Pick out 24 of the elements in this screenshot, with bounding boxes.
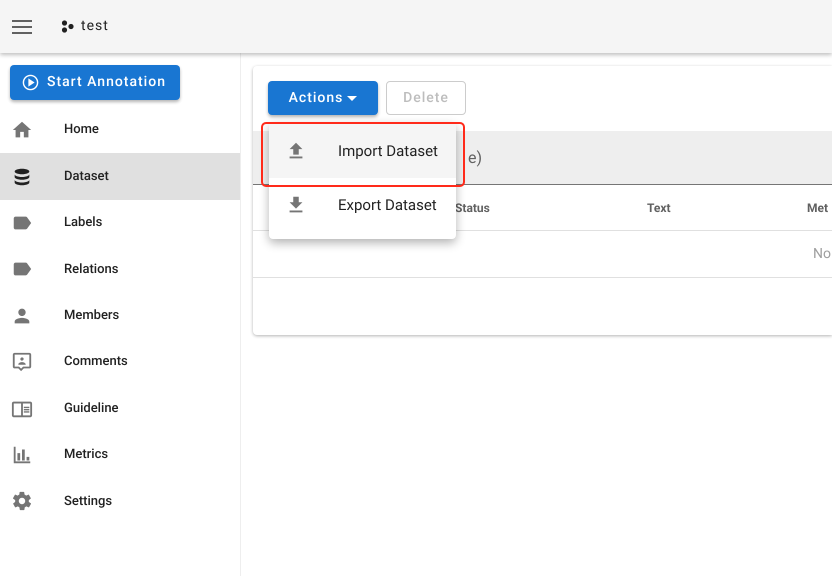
start-annotation-button[interactable]: Start Annotation bbox=[10, 65, 180, 100]
empty-message: No bbox=[813, 244, 832, 264]
column-header: Text bbox=[647, 200, 671, 216]
nav-item[interactable]: Settings bbox=[0, 478, 240, 525]
column-header: Met bbox=[807, 200, 828, 216]
nav-item[interactable]: Home bbox=[0, 107, 240, 154]
nav-item[interactable]: Guideline bbox=[0, 385, 240, 432]
nav-item[interactable]: Dataset bbox=[0, 153, 240, 200]
comment-icon bbox=[11, 351, 33, 374]
menu-item[interactable]: Import Dataset bbox=[269, 124, 456, 178]
nav-item[interactable]: Comments bbox=[0, 338, 240, 386]
nav-item[interactable]: Labels bbox=[0, 200, 240, 246]
play-icon bbox=[22, 74, 39, 91]
logo-icon bbox=[61, 20, 75, 33]
column-header: Status bbox=[455, 200, 490, 216]
nav-item[interactable]: Metrics bbox=[0, 432, 240, 478]
search-text: e) bbox=[468, 146, 482, 168]
settings-icon bbox=[11, 490, 33, 512]
nav-item[interactable]: Members bbox=[0, 292, 240, 339]
caret-icon bbox=[347, 96, 358, 100]
menu-icon[interactable] bbox=[12, 20, 32, 34]
app-title: test bbox=[81, 17, 109, 36]
nav-item[interactable]: Relations bbox=[0, 246, 240, 293]
actions-button[interactable]: Actions bbox=[268, 81, 378, 115]
